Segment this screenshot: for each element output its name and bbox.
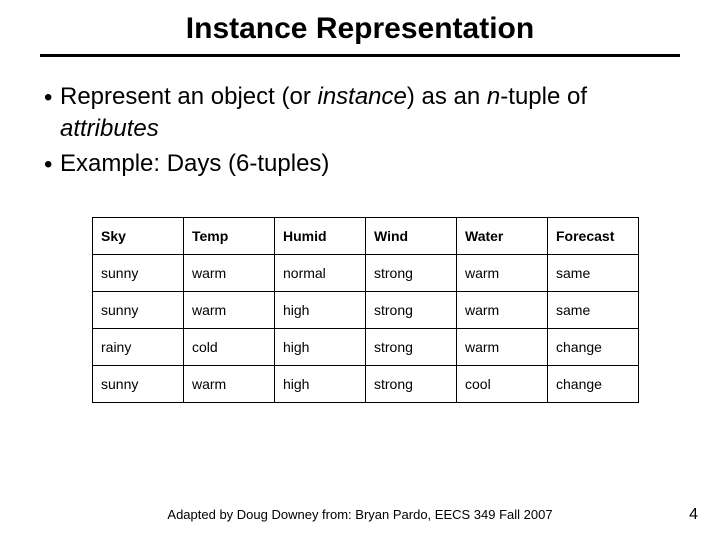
table-row: rainy cold high strong warm change	[93, 329, 639, 366]
text-emphasis: instance	[317, 83, 406, 110]
table-cell: same	[548, 255, 639, 292]
table-cell: warm	[184, 292, 275, 329]
bullet-dot-icon: •	[44, 148, 60, 181]
table-cell: strong	[366, 329, 457, 366]
table-cell: sunny	[93, 255, 184, 292]
bullet-dot-icon: •	[44, 81, 60, 114]
table-cell: cool	[457, 366, 548, 403]
bullet-list: • Represent an object (or instance) as a…	[44, 81, 680, 181]
text-fragment: -tuple of	[500, 83, 587, 110]
table-cell: warm	[457, 255, 548, 292]
bullet-item: • Represent an object (or instance) as a…	[44, 81, 680, 146]
table-cell: rainy	[93, 329, 184, 366]
table-cell: cold	[184, 329, 275, 366]
bullet-item: • Example: Days (6-tuples)	[44, 148, 680, 181]
text-emphasis: n	[487, 83, 500, 110]
table-cell: warm	[184, 255, 275, 292]
table-cell: sunny	[93, 292, 184, 329]
table-header: Temp	[184, 218, 275, 255]
table-header-row: Sky Temp Humid Wind Water Forecast	[93, 218, 639, 255]
page-number: 4	[689, 506, 698, 524]
table-cell: normal	[275, 255, 366, 292]
table-cell: warm	[184, 366, 275, 403]
table-header: Water	[457, 218, 548, 255]
table-cell: strong	[366, 366, 457, 403]
table-header: Sky	[93, 218, 184, 255]
text-fragment: Represent an object (or	[60, 83, 317, 110]
slide: Instance Representation • Represent an o…	[0, 0, 720, 540]
bullet-text: Example: Days (6-tuples)	[60, 148, 680, 180]
table-cell: high	[275, 329, 366, 366]
table-row: sunny warm high strong warm same	[93, 292, 639, 329]
example-table-wrap: Sky Temp Humid Wind Water Forecast sunny…	[92, 217, 680, 403]
table-cell: warm	[457, 329, 548, 366]
example-table: Sky Temp Humid Wind Water Forecast sunny…	[92, 217, 639, 403]
table-cell: warm	[457, 292, 548, 329]
table-cell: sunny	[93, 366, 184, 403]
table-header: Humid	[275, 218, 366, 255]
table-cell: change	[548, 329, 639, 366]
footer-attribution: Adapted by Doug Downey from: Bryan Pardo…	[0, 507, 720, 522]
table-cell: change	[548, 366, 639, 403]
table-cell: strong	[366, 292, 457, 329]
text-fragment: ) as an	[407, 83, 487, 110]
table-cell: same	[548, 292, 639, 329]
table-header: Forecast	[548, 218, 639, 255]
table-cell: strong	[366, 255, 457, 292]
text-emphasis: attributes	[60, 115, 159, 142]
bullet-text: Represent an object (or instance) as an …	[60, 81, 680, 146]
table-row: sunny warm normal strong warm same	[93, 255, 639, 292]
slide-title: Instance Representation	[40, 12, 680, 57]
table-cell: high	[275, 366, 366, 403]
table-cell: high	[275, 292, 366, 329]
table-row: sunny warm high strong cool change	[93, 366, 639, 403]
table-header: Wind	[366, 218, 457, 255]
